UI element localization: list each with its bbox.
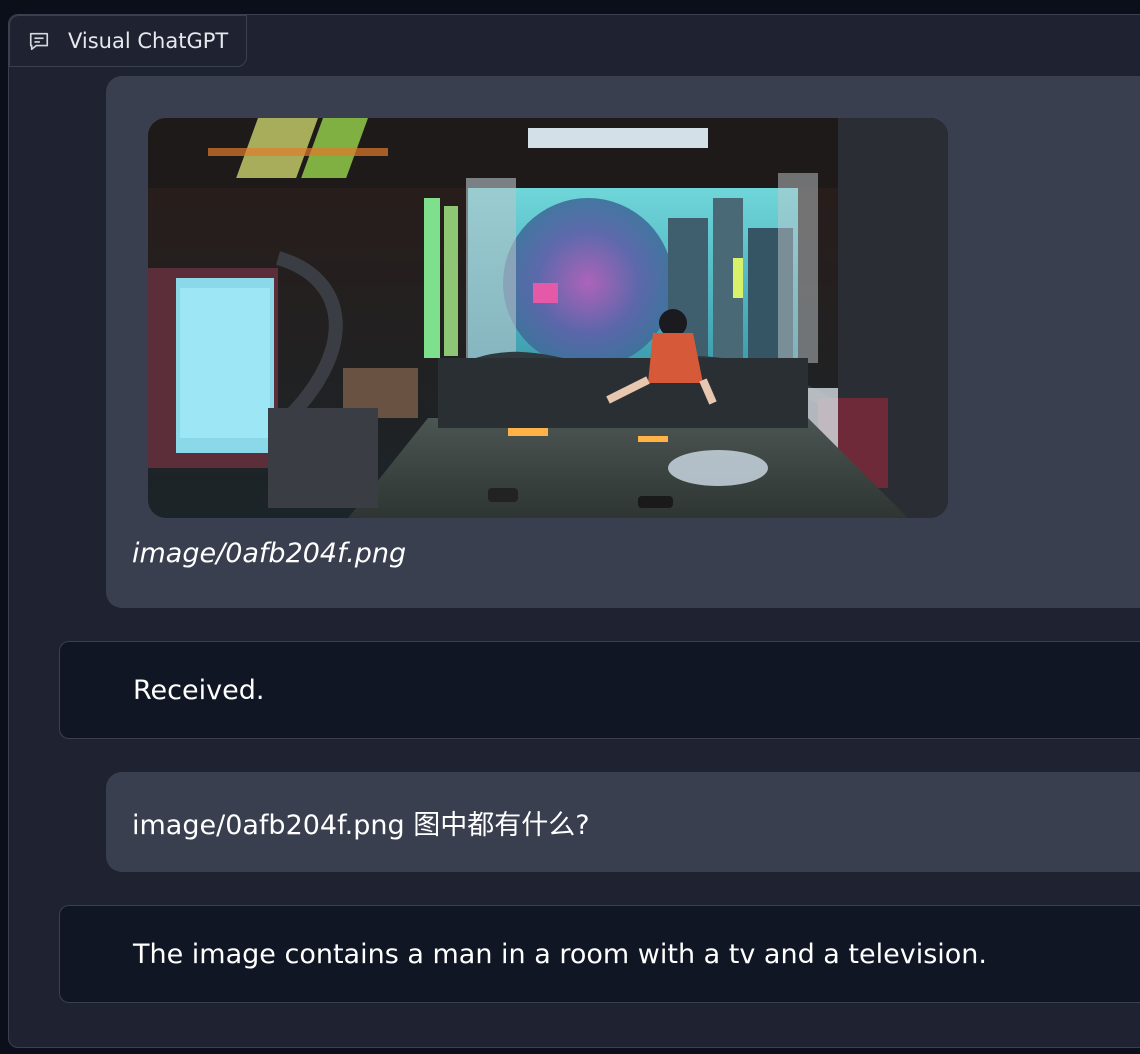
bot-message-answer: The image contains a man in a room with … — [59, 905, 1140, 1003]
chatbot-label: Visual ChatGPT — [9, 15, 248, 67]
bot-message-text: Received. — [133, 674, 265, 706]
cyberpunk-room-image — [148, 118, 948, 518]
image-caption: image/0afb204f.png — [132, 538, 407, 569]
bot-message-text: The image contains a man in a room with … — [133, 938, 987, 970]
chat-bubble-icon — [29, 32, 49, 51]
chatbot-title: Visual ChatGPT — [68, 29, 229, 53]
user-message-text: image/0afb204f.png 图中都有什么? — [132, 809, 590, 841]
user-message-question: image/0afb204f.png 图中都有什么? — [106, 772, 1140, 872]
uploaded-image[interactable] — [148, 118, 948, 518]
bot-message-received: Received. — [59, 641, 1140, 739]
user-message-image: image/0afb204f.png — [106, 76, 1140, 608]
